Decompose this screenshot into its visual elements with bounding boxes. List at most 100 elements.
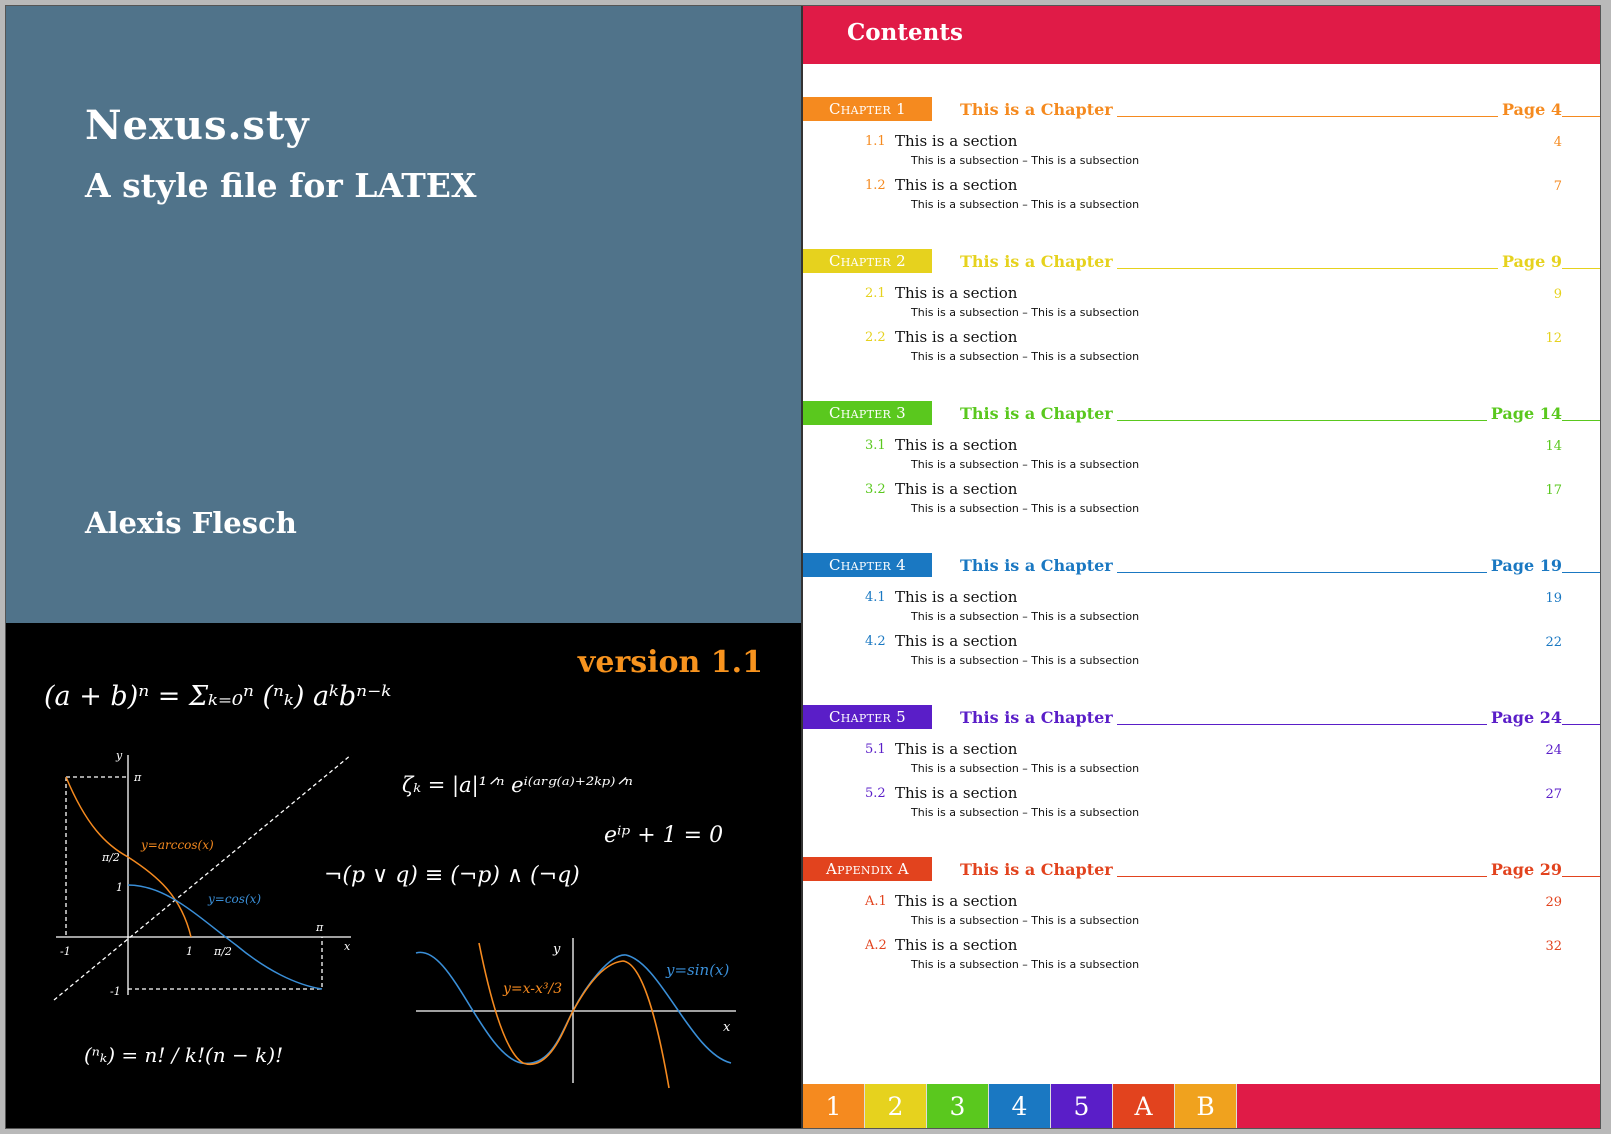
section-title[interactable]: This is a section xyxy=(895,892,1017,910)
chapter-title[interactable]: This is a Chapter xyxy=(960,556,1117,575)
section-title[interactable]: This is a section xyxy=(895,632,1017,650)
section-entry[interactable]: 3.1 This is a section 14 This is a subsecti… xyxy=(803,436,1600,477)
chapter-tab[interactable]: B xyxy=(1175,1084,1237,1128)
plot2-y-label: y xyxy=(552,942,561,957)
chapter-entry[interactable]: Chapter 4 This is a Chapter Page 19 4.1 This… xyxy=(803,553,1600,693)
contents-header: Contents xyxy=(803,6,1600,64)
chapter-tab[interactable]: 3 xyxy=(927,1084,989,1128)
plot2-x-label: x xyxy=(723,1020,731,1035)
chapter-tab[interactable]: 5 xyxy=(1051,1084,1113,1128)
section-number: A.2 xyxy=(865,938,887,953)
section-title[interactable]: This is a section xyxy=(895,936,1017,954)
identity-line xyxy=(53,754,352,1001)
section-page: 24 xyxy=(1545,743,1562,758)
section-page: 29 xyxy=(1545,895,1562,910)
chapter-entry[interactable]: Appendix A This is a Chapter Page 29 A.1 Thi… xyxy=(803,857,1600,997)
plot1-tick-neg1-y: -1 xyxy=(110,985,121,998)
section-entry[interactable]: 3.2 This is a section 17 This is a subsecti… xyxy=(803,480,1600,521)
chapter-title[interactable]: This is a Chapter xyxy=(960,708,1117,727)
chapter-entry[interactable]: Chapter 2 This is a Chapter Page 9 2.1 This … xyxy=(803,249,1600,389)
binomial-theorem-formula: (a + b)ⁿ = Σₖ₌₀ⁿ (ⁿₖ) aᵏbⁿ⁻ᵏ xyxy=(44,681,392,712)
section-title[interactable]: This is a section xyxy=(895,480,1017,498)
subsection-title[interactable]: This is a subsection – This is a subsect… xyxy=(911,610,1139,623)
binomial-coefficient-formula: (ⁿₖ) = n! / k!(n − k)! xyxy=(84,1043,284,1067)
section-number: A.1 xyxy=(865,894,887,909)
chapter-label: Chapter 3 xyxy=(803,401,932,425)
cover-title: Nexus.sty xyxy=(85,102,310,149)
chapter-label: Chapter 2 xyxy=(803,249,932,273)
subsection-title[interactable]: This is a subsection – This is a subsect… xyxy=(911,458,1139,471)
chapter-entry[interactable]: Chapter 1 This is a Chapter Page 4 1.1 This … xyxy=(803,97,1600,237)
section-title[interactable]: This is a section xyxy=(895,588,1017,606)
chapter-tab-bar: 12345AB xyxy=(803,1084,1600,1128)
subsection-title[interactable]: This is a subsection – This is a subsect… xyxy=(911,958,1139,971)
section-entry[interactable]: 1.2 This is a section 7 This is a subsectio… xyxy=(803,176,1600,217)
plot1-x-label: x xyxy=(344,940,351,953)
chapter-tab[interactable]: 1 xyxy=(803,1084,865,1128)
subsection-title[interactable]: This is a subsection – This is a subsect… xyxy=(911,350,1139,363)
subsection-title[interactable]: This is a subsection – This is a subsect… xyxy=(911,154,1139,167)
section-entry[interactable]: 4.2 This is a section 22 This is a subsecti… xyxy=(803,632,1600,673)
section-number: 1.1 xyxy=(865,134,886,149)
chapter-page: Page 29 xyxy=(1486,860,1562,879)
section-page: 4 xyxy=(1553,135,1562,150)
section-title[interactable]: This is a section xyxy=(895,784,1017,802)
section-entry[interactable]: 5.1 This is a section 24 This is a subsecti… xyxy=(803,740,1600,781)
chapter-title[interactable]: This is a Chapter xyxy=(960,404,1117,423)
section-title[interactable]: This is a section xyxy=(895,436,1017,454)
roots-formula: ζₖ = |a|¹ᐟⁿ eⁱ⁽ᵃʳᵍ⁽ᵃ⁾⁺²ᵏᵖ⁾ᐟⁿ xyxy=(402,773,633,797)
section-title[interactable]: This is a section xyxy=(895,740,1017,758)
plot1-tick-1-y: 1 xyxy=(116,881,123,894)
section-number: 5.2 xyxy=(865,786,886,801)
plot1-y-label: y xyxy=(115,749,123,762)
subsection-title[interactable]: This is a subsection – This is a subsect… xyxy=(911,306,1139,319)
chapter-label: Appendix A xyxy=(803,857,932,881)
cover-math-panel: version 1.1 (a + b)ⁿ = Σₖ₌₀ⁿ (ⁿₖ) aᵏbⁿ⁻ᵏ… xyxy=(6,623,801,1128)
chapter-page: Page 19 xyxy=(1486,556,1562,575)
section-entry[interactable]: A.2 This is a section 32 This is a subsecti… xyxy=(803,936,1600,977)
subsection-title[interactable]: This is a subsection – This is a subsect… xyxy=(911,914,1139,927)
subsection-title[interactable]: This is a subsection – This is a subsect… xyxy=(911,654,1139,667)
section-title[interactable]: This is a section xyxy=(895,132,1017,150)
section-page: 32 xyxy=(1545,939,1562,954)
subsection-title[interactable]: This is a subsection – This is a subsect… xyxy=(911,806,1139,819)
chapter-title[interactable]: This is a Chapter xyxy=(960,860,1117,879)
section-entry[interactable]: 2.1 This is a section 9 This is a subsectio… xyxy=(803,284,1600,325)
section-page: 9 xyxy=(1553,287,1562,302)
contents-page: Contents Chapter 1 This is a Chapter Page … xyxy=(803,6,1600,1128)
section-entry[interactable]: 4.1 This is a section 19 This is a subsecti… xyxy=(803,588,1600,629)
section-entry[interactable]: 5.2 This is a section 27 This is a subsecti… xyxy=(803,784,1600,825)
cover-page: Nexus.sty A style file for LATEX Alexis … xyxy=(6,6,803,1128)
chapter-page: Page 9 xyxy=(1497,252,1562,271)
chapter-title[interactable]: This is a Chapter xyxy=(960,252,1117,271)
sin-label: y=sin(x) xyxy=(665,961,730,979)
section-number: 5.1 xyxy=(865,742,886,757)
section-number: 4.2 xyxy=(865,634,886,649)
section-title[interactable]: This is a section xyxy=(895,284,1017,302)
subsection-title[interactable]: This is a subsection – This is a subsect… xyxy=(911,198,1139,211)
arccos-label: y=arccos(x) xyxy=(140,838,214,852)
section-page: 14 xyxy=(1545,439,1562,454)
plot1-tick-pi-y: π xyxy=(133,771,142,784)
arccos-cos-plot: y=arccos(x) y=cos(x) y x -1 1 π/2 π -1 1… xyxy=(53,749,352,1001)
section-entry[interactable]: 2.2 This is a section 12 This is a subsecti… xyxy=(803,328,1600,369)
section-title[interactable]: This is a section xyxy=(895,328,1017,346)
section-page: 27 xyxy=(1545,787,1562,802)
section-entry[interactable]: A.1 This is a section 29 This is a subsecti… xyxy=(803,892,1600,933)
section-number: 3.2 xyxy=(865,482,886,497)
chapter-page: Page 4 xyxy=(1497,100,1562,119)
cubic-curve xyxy=(478,942,670,1089)
chapter-tab[interactable]: A xyxy=(1113,1084,1175,1128)
section-title[interactable]: This is a section xyxy=(895,176,1017,194)
chapter-entry[interactable]: Chapter 5 This is a Chapter Page 24 5.1 This… xyxy=(803,705,1600,845)
euler-identity-formula: eⁱᵖ + 1 = 0 xyxy=(604,823,724,848)
section-entry[interactable]: 1.1 This is a section 4 This is a subsectio… xyxy=(803,132,1600,173)
subsection-title[interactable]: This is a subsection – This is a subsect… xyxy=(911,762,1139,775)
chapter-tab[interactable]: 4 xyxy=(989,1084,1051,1128)
chapter-entry[interactable]: Chapter 3 This is a Chapter Page 14 3.1 This… xyxy=(803,401,1600,541)
chapter-tab[interactable]: 2 xyxy=(865,1084,927,1128)
book-spread: Nexus.sty A style file for LATEX Alexis … xyxy=(5,5,1601,1129)
chapter-title[interactable]: This is a Chapter xyxy=(960,100,1117,119)
section-number: 2.1 xyxy=(865,286,886,301)
subsection-title[interactable]: This is a subsection – This is a subsect… xyxy=(911,502,1139,515)
